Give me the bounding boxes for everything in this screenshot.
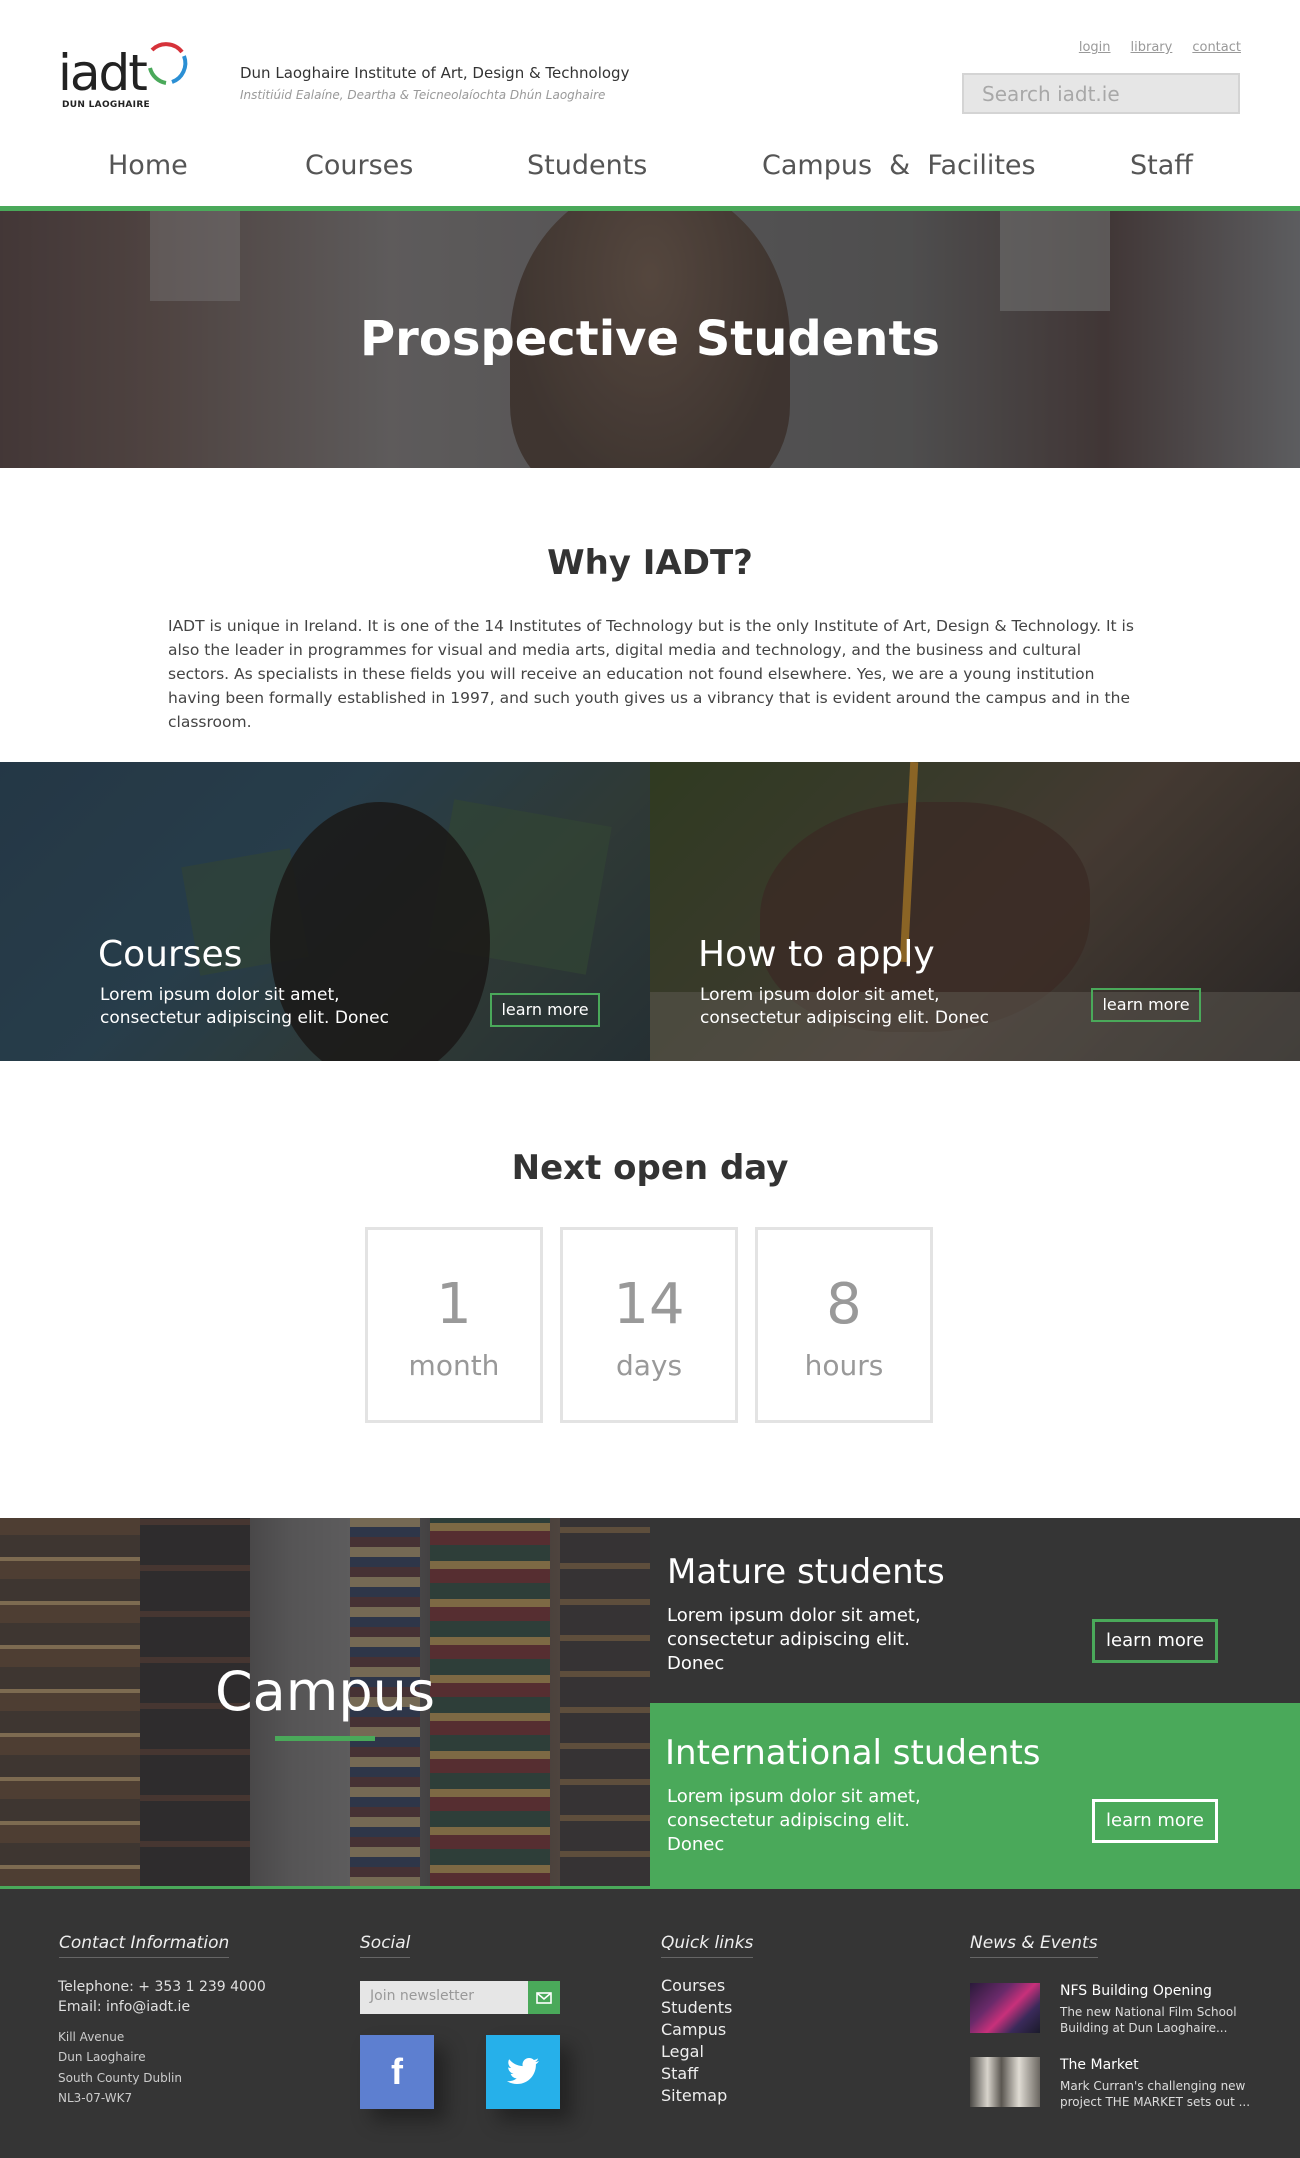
quicklink-courses[interactable]: Courses: [661, 1975, 732, 1997]
facebook-button[interactable]: f: [360, 2035, 434, 2109]
iadt-logo[interactable]: iadt DUN LAOGHAIRE: [58, 38, 188, 118]
address-line: Dun Laoghaire: [58, 2050, 146, 2064]
apply-tile-title: How to apply: [698, 934, 935, 975]
address-line: NL3-07-WK7: [58, 2091, 133, 2105]
news-description: The new National Film School Building at…: [1060, 2005, 1237, 2035]
news-description: Mark Curran's challenging new project TH…: [1060, 2079, 1251, 2109]
countdown-days-value: 14: [613, 1272, 685, 1337]
address-line: South County Dublin: [58, 2071, 182, 2085]
international-learn-more-button[interactable]: learn more: [1092, 1799, 1218, 1843]
logo-wordmark: iadt: [58, 44, 148, 102]
countdown-days-label: days: [615, 1349, 683, 1382]
logo-ring-icon: [148, 42, 188, 85]
nav-home[interactable]: Home: [108, 150, 188, 181]
campus-tile[interactable]: Campus: [0, 1518, 650, 1887]
news-heading: News & Events: [970, 1933, 1098, 1958]
international-title: International students: [665, 1733, 1041, 1773]
top-links: login library contact: [1079, 40, 1241, 55]
quicklinks-heading: Quick links: [661, 1933, 754, 1958]
mature-learn-more-button[interactable]: learn more: [1092, 1619, 1218, 1663]
social-heading: Social: [360, 1933, 411, 1958]
quicklink-legal[interactable]: Legal: [661, 2041, 732, 2063]
countdown-hours-value: 8: [826, 1272, 862, 1337]
campus-title: Campus: [214, 1660, 436, 1723]
contact-email: Email: info@iadt.ie: [58, 1999, 191, 2015]
address-line: Kill Avenue: [58, 2030, 125, 2044]
logo-subtitle: DUN LAOGHAIRE: [62, 100, 151, 110]
quicklink-sitemap[interactable]: Sitemap: [661, 2085, 732, 2107]
contact-heading: Contact Information: [59, 1933, 230, 1958]
news-title: NFS Building Opening: [1060, 1983, 1212, 1999]
login-link[interactable]: login: [1079, 40, 1111, 55]
apply-learn-more-button[interactable]: learn more: [1091, 988, 1201, 1022]
contact-link[interactable]: contact: [1192, 40, 1241, 55]
campus-underline: [275, 1736, 375, 1741]
open-day-heading: Next open day: [511, 1148, 789, 1188]
countdown-months-label: month: [408, 1349, 500, 1382]
news-item[interactable]: The Market Mark Curran's challenging new…: [970, 2057, 1260, 2109]
facebook-icon: f: [391, 2051, 403, 2092]
site-header: iadt DUN LAOGHAIRE Dun Laoghaire Institu…: [0, 0, 1300, 211]
quicklink-students[interactable]: Students: [661, 1997, 732, 2019]
quicklinks-list: Courses Students Campus Legal Staff Site…: [661, 1975, 732, 2107]
nav-staff[interactable]: Staff: [1130, 150, 1193, 181]
hero-banner: Prospective Students: [0, 211, 1300, 468]
countdown-months: 1 month: [365, 1227, 543, 1423]
how-to-apply-tile[interactable]: How to apply Lorem ipsum dolor sit amet,…: [650, 762, 1300, 1061]
courses-learn-more-button[interactable]: learn more: [490, 993, 600, 1027]
news-thumbnail: [970, 2057, 1040, 2107]
mature-students-box: Mature students Lorem ipsum dolor sit am…: [650, 1518, 1300, 1703]
newsletter-submit-button[interactable]: [528, 1981, 560, 2014]
quicklink-staff[interactable]: Staff: [661, 2063, 732, 2085]
site-footer: Contact Information Telephone: + 353 1 2…: [0, 1889, 1300, 2158]
news-item[interactable]: NFS Building Opening The new National Fi…: [970, 1983, 1260, 2035]
news-title: The Market: [1060, 2057, 1139, 2073]
envelope-icon: [536, 1991, 552, 2004]
nav-campus-facilities[interactable]: Campus & Facilites: [762, 150, 1036, 181]
twitter-button[interactable]: [486, 2035, 560, 2109]
search-input[interactable]: Search iadt.ie: [962, 73, 1240, 114]
international-text: Lorem ipsum dolor sit amet, consectetur …: [667, 1786, 921, 1855]
courses-tile-text: Lorem ipsum dolor sit amet, consectetur …: [100, 985, 389, 1028]
institute-name: Dun Laoghaire Institute of Art, Design &…: [240, 64, 630, 82]
international-students-box: International students Lorem ipsum dolor…: [650, 1703, 1300, 1887]
mature-title: Mature students: [667, 1552, 945, 1592]
quicklink-campus[interactable]: Campus: [661, 2019, 732, 2041]
why-heading: Why IADT?: [547, 543, 753, 583]
institute-irish-name: Institiúid Ealaíne, Deartha & Teicneolaí…: [240, 88, 606, 102]
hero-title: Prospective Students: [359, 311, 940, 367]
mature-text: Lorem ipsum dolor sit amet, consectetur …: [667, 1605, 921, 1674]
courses-tile[interactable]: Courses Lorem ipsum dolor sit amet, cons…: [0, 762, 650, 1061]
library-link[interactable]: library: [1131, 40, 1173, 55]
why-paragraph: IADT is unique in Ireland. It is one of …: [168, 617, 1134, 731]
contact-telephone: Telephone: + 353 1 239 4000: [58, 1979, 266, 1995]
countdown-hours-label: hours: [804, 1349, 884, 1382]
courses-tile-title: Courses: [98, 934, 243, 975]
twitter-icon: [506, 2058, 539, 2084]
countdown-months-value: 1: [436, 1272, 472, 1337]
nav-students[interactable]: Students: [527, 150, 647, 181]
nav-courses[interactable]: Courses: [305, 150, 413, 181]
news-thumbnail: [970, 1983, 1040, 2033]
apply-tile-text: Lorem ipsum dolor sit amet, consectetur …: [700, 985, 989, 1028]
countdown-hours: 8 hours: [755, 1227, 933, 1423]
countdown-days: 14 days: [560, 1227, 738, 1423]
